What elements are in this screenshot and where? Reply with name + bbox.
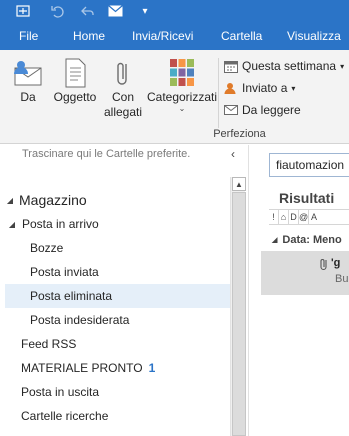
results-title: Risultati <box>279 190 335 206</box>
attachment-column-header[interactable]: @ <box>299 210 309 224</box>
folder-inbox[interactable]: ◢ Posta in arrivo <box>0 212 230 236</box>
folder-junk[interactable]: Posta indesiderata <box>0 308 230 332</box>
tab-view[interactable]: Visualizza <box>287 29 341 43</box>
tab-folder[interactable]: Cartella <box>221 29 262 43</box>
refine-group-label: Perfeziona <box>213 128 266 140</box>
paperclip-icon <box>320 259 327 271</box>
quick-access-toolbar: ▾ <box>0 0 349 22</box>
with-attachments-label-1: Con <box>111 90 134 104</box>
folder-label: Feed RSS <box>21 337 77 351</box>
scroll-thumb[interactable] <box>232 192 246 436</box>
this-week-button[interactable]: Questa settimana ▾ <box>224 56 344 76</box>
expand-triangle-icon[interactable]: ◢ <box>6 220 18 229</box>
categories-icon <box>170 59 194 86</box>
folder-drafts[interactable]: Bozze <box>0 236 230 260</box>
unread-count-badge: 1 <box>148 361 156 375</box>
ribbon: Da Oggetto Con allegati Categorizzati ⌄ … <box>0 50 349 144</box>
from-label: Da <box>20 90 36 104</box>
expand-triangle-icon[interactable]: ◢ <box>4 196 16 205</box>
folder-label: MATERIALE PRONTO <box>21 361 143 375</box>
person-icon <box>224 82 236 94</box>
tab-send-receive[interactable]: Invia/Ricevi <box>132 29 193 43</box>
folder-pane: Trascinare qui le Cartelle preferite. ‹ … <box>0 145 248 436</box>
tab-file[interactable]: File <box>19 29 38 43</box>
unread-button[interactable]: Da leggere <box>224 100 301 120</box>
account-magazzino[interactable]: ◢ Magazzino <box>0 187 230 213</box>
account-label: Magazzino <box>19 192 87 208</box>
search-input[interactable]: fiautomazion <box>269 153 349 177</box>
folder-label: Cartelle ricerche <box>21 409 109 423</box>
icon-column-header[interactable]: D <box>289 210 299 224</box>
chevron-down-icon: ▾ <box>291 83 296 93</box>
favorites-hint: Trascinare qui le Cartelle preferite. <box>22 148 191 160</box>
importance-column-header[interactable]: ! <box>269 210 279 224</box>
chevron-down-icon: ▾ <box>340 61 345 71</box>
folder-rss[interactable]: Feed RSS <box>0 332 230 356</box>
date-group-header[interactable]: ◢ Data: Meno <box>269 231 349 249</box>
message-row[interactable]: 'g Bu <box>261 251 349 295</box>
subject-button[interactable]: Oggetto <box>50 58 100 105</box>
reply-icon[interactable] <box>78 2 96 20</box>
folder-search-folders[interactable]: Cartelle ricerche <box>0 404 230 428</box>
send-receive-icon[interactable] <box>14 2 32 20</box>
sent-to-button[interactable]: Inviato a ▾ <box>224 78 295 98</box>
folder-scrollbar[interactable]: ▲ <box>230 177 246 436</box>
folder-materiale-pronto[interactable]: MATERIALE PRONTO 1 <box>0 356 230 380</box>
message-sender: 'g <box>331 257 341 269</box>
ribbon-tabs: File Home Invia/Ricevi Cartella Visualiz… <box>0 22 349 50</box>
column-headers: ! ⌂ D @ A <box>269 209 349 225</box>
undo-icon[interactable] <box>48 2 66 20</box>
from-column-header[interactable]: A <box>309 210 319 224</box>
reminder-column-header[interactable]: ⌂ <box>279 210 289 224</box>
results-pane: fiautomazion Risultati ! ⌂ D @ A ◢ Data:… <box>248 145 349 436</box>
document-icon <box>65 58 86 88</box>
folder-label: Posta in arrivo <box>22 217 99 231</box>
envelope-icon[interactable] <box>106 2 124 20</box>
collapse-triangle-icon[interactable]: ◢ <box>272 236 277 244</box>
scroll-up-icon[interactable]: ▲ <box>232 177 246 191</box>
folder-deleted[interactable]: Posta eliminata <box>5 284 230 308</box>
sent-to-label: Inviato a <box>242 81 288 95</box>
group-label: Data: Meno <box>282 234 342 246</box>
ribbon-divider <box>218 58 219 128</box>
folder-label: Posta inviata <box>30 265 99 279</box>
collapse-pane-icon[interactable]: ‹ <box>231 147 235 161</box>
person-envelope-icon <box>14 61 42 86</box>
customize-dropdown-icon[interactable]: ▾ <box>136 2 154 20</box>
with-attachments-button[interactable]: Con allegati <box>102 58 144 120</box>
folder-outbox[interactable]: Posta in uscita <box>0 380 230 404</box>
calendar-icon <box>224 60 238 73</box>
unread-label: Da leggere <box>242 103 301 117</box>
tab-home[interactable]: Home <box>73 29 105 43</box>
paperclip-icon <box>117 62 127 85</box>
folder-label: Bozze <box>30 241 64 255</box>
categorized-button[interactable]: Categorizzati ⌄ <box>146 58 218 113</box>
folder-sent[interactable]: Posta inviata <box>0 260 230 284</box>
folder-label: Posta in uscita <box>21 385 100 399</box>
chevron-down-icon: ⌄ <box>178 104 186 113</box>
categorized-label: Categorizzati <box>146 90 218 104</box>
closed-envelope-icon <box>224 105 238 115</box>
folder-label: Posta indesiderata <box>30 313 130 327</box>
from-button[interactable]: Da <box>6 58 50 105</box>
with-attachments-label-2: allegati <box>103 105 143 119</box>
subject-label: Oggetto <box>53 90 97 104</box>
message-preview: Bu <box>335 273 349 285</box>
folder-label: Posta eliminata <box>30 289 113 303</box>
this-week-label: Questa settimana <box>242 59 337 73</box>
